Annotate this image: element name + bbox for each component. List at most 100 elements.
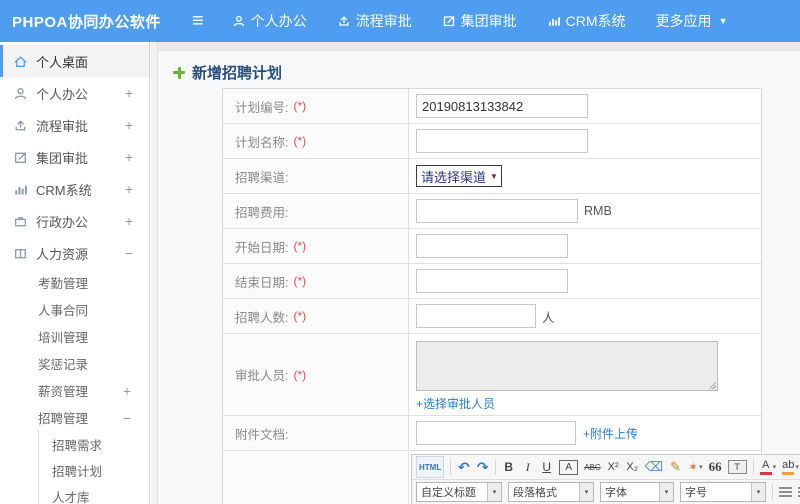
eraser-icon[interactable]: ⌫: [645, 458, 663, 476]
sidebar-item-personal-office[interactable]: 个人办公 +: [0, 77, 149, 109]
form-row-start-date: 开始日期: (*): [223, 229, 761, 264]
resize-handle-icon[interactable]: [708, 381, 716, 389]
html-source-button[interactable]: HTML: [416, 456, 445, 478]
page-title: 新增招聘计划: [192, 65, 283, 82]
form-row-plan-no: 计划编号: (*): [223, 89, 761, 124]
hamburger-menu-icon[interactable]: ≡: [192, 11, 204, 31]
chevron-down-icon: ▾: [487, 483, 501, 501]
submit-icon: [339, 16, 349, 26]
sidebar-item-crm[interactable]: CRM系统 +: [0, 173, 149, 205]
sidebar-item-workflow-approval[interactable]: 流程审批 +: [0, 109, 149, 141]
headcount-unit: 人: [542, 310, 555, 325]
sidebar-item-recruit-plan[interactable]: 招聘计划: [39, 457, 149, 483]
edit-icon: [443, 16, 454, 27]
required-mark: (*): [293, 367, 307, 382]
approvers-textarea[interactable]: [416, 341, 718, 391]
plan-name-label: 计划名称:: [235, 135, 289, 150]
superscript-button[interactable]: X²: [607, 458, 620, 476]
form-row-channel: 招聘渠道: 请选择渠道 ▼: [223, 159, 761, 194]
page-header: 新增招聘计划: [158, 51, 800, 93]
font-color-button[interactable]: A ▾: [759, 458, 777, 476]
collapse-icon[interactable]: −: [125, 245, 133, 261]
sidebar-item-salary[interactable]: 薪资管理 +: [0, 377, 149, 404]
top-menu-group-approval[interactable]: 集团审批: [442, 11, 517, 31]
custom-title-select[interactable]: 自定义标题 ▾: [416, 482, 502, 502]
end-date-input[interactable]: [416, 269, 568, 293]
bar-chart-icon: [548, 17, 560, 26]
auto-typeset-button[interactable]: ✶ ▾: [688, 458, 703, 476]
italic-button[interactable]: I: [521, 458, 534, 476]
plan-no-input[interactable]: [416, 94, 588, 118]
paste-as-text-button[interactable]: T: [727, 460, 747, 474]
strikethrough-button[interactable]: ABC: [584, 458, 600, 476]
paragraph-format-select[interactable]: 段落格式 ▾: [508, 482, 594, 502]
form-row-approvers: 审批人员: (*) +选择审批人员: [223, 334, 761, 416]
sidebar-item-training[interactable]: 培训管理: [0, 323, 149, 350]
top-navbar: PHPOA协同办公软件 ≡ 个人办公 流程审批 集团审批 CRM系统 更多应用 …: [0, 0, 800, 42]
required-mark: (*): [293, 99, 307, 113]
sidebar-item-desktop[interactable]: 个人桌面: [0, 45, 149, 77]
format-brush-icon[interactable]: ✎: [669, 458, 682, 476]
form-row-attachment: 附件文档: +附件上传: [223, 416, 761, 451]
sidebar-item-recruit-mgmt[interactable]: 招聘管理 −: [0, 404, 149, 431]
sidebar-item-recruit-demand[interactable]: 招聘需求: [39, 431, 149, 457]
required-mark: (*): [293, 134, 307, 148]
fee-label: 招聘费用:: [235, 205, 289, 220]
align-left-icon[interactable]: [779, 486, 792, 498]
top-menu-personal-office[interactable]: 个人办公: [232, 11, 307, 31]
sidebar-item-hr-contract[interactable]: 人事合同: [0, 296, 149, 323]
subscript-button[interactable]: X₂: [626, 458, 639, 476]
redo-icon[interactable]: ↷: [476, 458, 489, 476]
sidebar-item-group-approval[interactable]: 集团审批 +: [0, 141, 149, 173]
sidebar-item-rewards[interactable]: 奖惩记录: [0, 350, 149, 377]
expand-icon[interactable]: +: [125, 213, 133, 229]
expand-icon[interactable]: +: [125, 149, 133, 165]
start-date-input[interactable]: [416, 234, 568, 258]
highlight-color-swatch: [782, 471, 795, 475]
required-mark: (*): [293, 239, 307, 253]
collapse-icon[interactable]: −: [123, 410, 131, 426]
channel-select[interactable]: 请选择渠道 ▼: [416, 165, 502, 187]
expand-icon[interactable]: +: [123, 383, 131, 399]
headcount-input[interactable]: [416, 304, 536, 328]
bold-button[interactable]: B: [502, 458, 515, 476]
add-icon: [173, 66, 185, 79]
highlight-color-button[interactable]: ab ▾: [782, 458, 799, 476]
select-approvers-link[interactable]: +选择审批人员: [416, 397, 495, 411]
top-menu-more-apps[interactable]: 更多应用 ▼: [656, 11, 728, 31]
end-date-label: 结束日期:: [235, 275, 289, 290]
magic-wand-icon: ✶: [688, 460, 699, 474]
chevron-down-icon: ▾: [772, 464, 777, 471]
font-family-select[interactable]: 字体 ▾: [600, 482, 674, 502]
plan-name-input[interactable]: [416, 129, 588, 153]
chevron-down-icon: ▾: [659, 483, 673, 501]
book-icon: [13, 246, 28, 261]
expand-icon[interactable]: +: [125, 85, 133, 101]
attachment-input[interactable]: [416, 421, 576, 445]
sidebar-item-attendance[interactable]: 考勤管理: [0, 269, 149, 296]
fee-input[interactable]: [416, 199, 578, 223]
undo-icon[interactable]: ↶: [457, 458, 470, 476]
font-size-select[interactable]: 字号 ▾: [680, 482, 766, 502]
sidebar: 个人桌面 个人办公 + 流程审批 + 集团审批 + CRM系统 + 行政办公 +: [0, 42, 150, 504]
sidebar-item-admin-office[interactable]: 行政办公 +: [0, 205, 149, 237]
sidebar-tree: 招聘需求 招聘计划 人才库: [38, 431, 149, 504]
form-row-plan-name: 计划名称: (*): [223, 124, 761, 159]
chevron-down-icon: ▾: [795, 464, 799, 471]
font-border-button[interactable]: A: [559, 459, 579, 475]
blockquote-button[interactable]: 66: [709, 458, 722, 476]
top-menu-crm[interactable]: CRM系统: [547, 11, 626, 31]
underline-button[interactable]: U: [540, 458, 553, 476]
start-date-label: 开始日期:: [235, 240, 289, 255]
sidebar-item-hr[interactable]: 人力资源 −: [0, 237, 149, 269]
page-top-strip: [158, 42, 800, 51]
attachment-upload-link[interactable]: +附件上传: [583, 425, 638, 442]
user-icon: [233, 15, 244, 27]
expand-icon[interactable]: +: [125, 181, 133, 197]
expand-icon[interactable]: +: [125, 117, 133, 133]
sidebar-item-talent-pool[interactable]: 人才库: [39, 483, 149, 504]
top-menu-workflow-approval[interactable]: 流程审批: [337, 11, 412, 31]
plan-no-label: 计划编号:: [235, 100, 289, 115]
fee-unit: RMB: [584, 204, 612, 218]
attachment-label: 附件文档:: [235, 427, 289, 442]
